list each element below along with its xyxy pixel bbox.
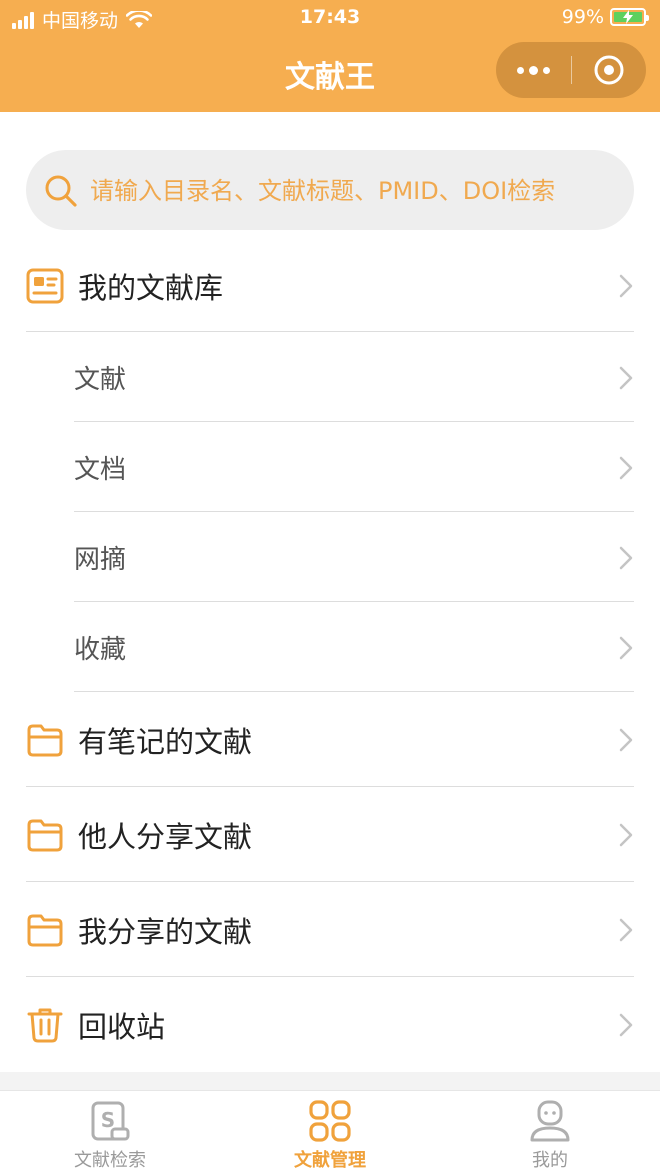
menu-item-label: 我的文献库 [78, 271, 224, 305]
menu-item-recycle-bin[interactable]: 回收站 [26, 978, 634, 1072]
trash-icon [27, 1008, 63, 1043]
sub-item-label: 网摘 [74, 545, 127, 575]
tab-label: 我的 [532, 1150, 568, 1171]
folder-icon [27, 724, 63, 757]
search-bar[interactable] [26, 150, 634, 232]
profile-icon [530, 1100, 570, 1142]
chevron-right-icon [619, 274, 633, 298]
chevron-right-icon [619, 636, 633, 659]
sub-item-favorites[interactable]: 收藏 [74, 603, 634, 692]
search-icon [45, 175, 77, 207]
menu-item-my-shared[interactable]: 我分享的文献 [26, 883, 634, 977]
chevron-right-icon [619, 546, 633, 569]
tab-mine[interactable]: 我的 [440, 1091, 660, 1175]
battery-percent: 99% [561, 6, 604, 28]
menu-item-label: 他人分享文献 [78, 820, 253, 854]
chevron-right-icon [619, 918, 633, 942]
tab-label: 文献检索 [74, 1150, 146, 1171]
menu-item-shared-by-others[interactable]: 他人分享文献 [26, 788, 634, 882]
status-bar: 中国移动 17:43 99% [0, 0, 660, 38]
miniprogram-capsule [496, 42, 646, 98]
bottom-tab-bar: S 文献检索 文献管理 我的 [0, 1090, 660, 1175]
close-miniprogram-button[interactable] [571, 42, 646, 98]
target-icon [594, 55, 623, 85]
sub-item-literature[interactable]: 文献 [74, 333, 634, 422]
chevron-right-icon [619, 728, 633, 752]
menu-item-label: 我分享的文献 [78, 915, 253, 949]
menu-item-noted-literature[interactable]: 有笔记的文献 [26, 693, 634, 787]
tab-literature-management[interactable]: 文献管理 [220, 1091, 440, 1175]
grid-icon [309, 1100, 351, 1142]
search-doc-icon: S [91, 1101, 130, 1141]
chevron-right-icon [619, 823, 633, 847]
sub-item-documents[interactable]: 文档 [74, 423, 634, 512]
menu-item-label: 回收站 [78, 1010, 166, 1044]
sub-item-label: 文献 [74, 365, 127, 395]
folder-icon [27, 819, 63, 852]
chevron-right-icon [619, 456, 633, 479]
tab-literature-search[interactable]: S 文献检索 [0, 1091, 220, 1175]
sub-item-web-clips[interactable]: 网摘 [74, 513, 634, 602]
more-options-button[interactable] [496, 42, 571, 98]
battery-icon [610, 8, 649, 26]
menu-item-label: 有笔记的文献 [78, 725, 253, 759]
chevron-right-icon [619, 366, 633, 389]
search-input[interactable] [88, 150, 612, 232]
sub-item-label: 文档 [74, 455, 127, 485]
library-card-icon [26, 268, 64, 304]
chevron-right-icon [619, 1013, 633, 1037]
sub-item-label: 收藏 [74, 635, 127, 665]
folder-icon [27, 914, 63, 947]
menu-item-my-library[interactable]: 我的文献库 [26, 240, 634, 332]
tab-label: 文献管理 [294, 1150, 366, 1171]
app-header: 中国移动 17:43 99% 文献王 [0, 0, 660, 112]
